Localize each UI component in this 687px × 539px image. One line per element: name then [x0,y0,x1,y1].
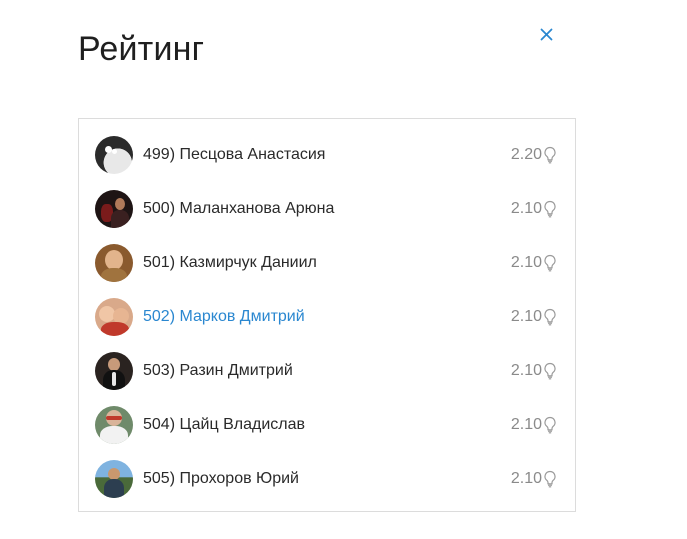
lightbulb-icon [544,416,556,434]
score-value: 2.10 [510,308,542,325]
avatar [95,244,133,282]
score: 2.10 [511,254,557,272]
participant-name: 505) Прохоров Юрий [143,470,299,487]
avatar [95,460,133,498]
score: 2.10 [511,470,557,488]
lightbulb-icon [544,254,556,272]
rating-row-current[interactable]: 502) Марков Дмитрий 2.10 [79,290,575,344]
close-icon [540,28,552,40]
score: 2.10 [511,308,557,326]
lightbulb-icon [544,470,556,488]
avatar [95,298,133,336]
participant-name: 502) Марков Дмитрий [143,308,305,325]
score: 2.10 [511,200,557,218]
participant-name: 501) Казмирчук Даниил [143,254,317,271]
participant-name: 499) Песцова Анастасия [143,146,326,163]
lightbulb-icon [544,362,556,380]
page-title: Рейтинг [78,30,205,68]
rating-row[interactable]: 499) Песцова Анастасия 2.20 [79,128,575,182]
lightbulb-icon [544,200,556,218]
score-value: 2.10 [510,470,542,487]
rating-row[interactable]: 505) Прохоров Юрий 2.10 [79,452,575,506]
score: 2.20 [511,146,557,164]
avatar [95,352,133,390]
rating-row[interactable]: 504) Цайц Владислав 2.10 [79,398,575,452]
score-value: 2.20 [510,146,542,163]
rating-list: 499) Песцова Анастасия 2.20 500) Маланха… [78,118,576,512]
participant-name: 504) Цайц Владислав [143,416,306,433]
score: 2.10 [511,416,557,434]
score-value: 2.10 [510,416,542,433]
avatar [95,136,133,174]
rating-row[interactable]: 500) Маланханова Арюна 2.10 [79,182,575,236]
avatar [95,190,133,228]
rating-row[interactable]: 501) Казмирчук Даниил 2.10 [79,236,575,290]
avatar [95,406,133,444]
score-value: 2.10 [510,362,542,379]
score-value: 2.10 [510,200,542,217]
lightbulb-icon [544,146,556,164]
score: 2.10 [511,362,557,380]
close-button[interactable] [536,24,556,44]
participant-name: 503) Разин Дмитрий [143,362,293,379]
lightbulb-icon [544,308,556,326]
participant-name: 500) Маланханова Арюна [143,200,335,217]
score-value: 2.10 [510,254,542,271]
rating-row[interactable]: 503) Разин Дмитрий 2.10 [79,344,575,398]
